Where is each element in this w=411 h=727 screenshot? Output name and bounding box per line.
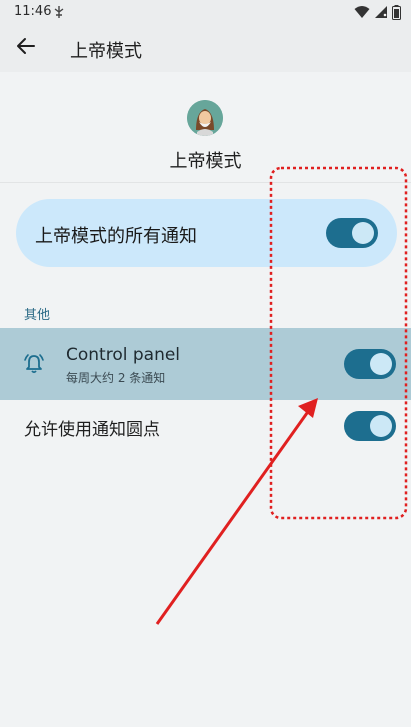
status-bar: 11:46 (0, 0, 411, 24)
app-header: 上帝模式 (0, 72, 411, 182)
all-notifications-toggle[interactable] (326, 218, 378, 248)
battery-icon (392, 4, 401, 20)
all-notifications-card[interactable]: 上帝模式的所有通知 (16, 199, 397, 267)
channel-toggle[interactable] (344, 349, 396, 379)
notification-small-icon (54, 6, 64, 18)
bell-icon (24, 354, 44, 374)
signal-icon (375, 6, 387, 18)
back-button[interactable] (8, 28, 44, 64)
notification-dot-label: 允许使用通知圆点 (24, 420, 160, 440)
channel-row-control-panel[interactable]: Control panel 每周大约 2 条通知 (0, 328, 411, 400)
app-name: 上帝模式 (169, 151, 242, 172)
notification-dot-row[interactable]: 允许使用通知圆点 (0, 400, 411, 456)
all-notifications-label: 上帝模式的所有通知 (35, 226, 197, 247)
page-title: 上帝模式 (70, 41, 142, 62)
channel-title: Control panel (66, 345, 181, 365)
status-icons (354, 4, 401, 20)
toggle-knob (370, 415, 392, 437)
divider (0, 182, 411, 183)
toggle-knob (352, 222, 374, 244)
toggle-knob (370, 353, 392, 375)
app-bar: 上帝模式 (0, 24, 411, 72)
status-time: 11:46 (14, 4, 52, 19)
app-avatar-icon (187, 100, 223, 136)
notification-dot-toggle[interactable] (344, 411, 396, 441)
channel-subtitle: 每周大约 2 条通知 (66, 371, 166, 385)
wifi-icon (354, 6, 370, 18)
arrow-back-icon (17, 38, 35, 54)
section-header-other: 其他 (24, 308, 51, 323)
